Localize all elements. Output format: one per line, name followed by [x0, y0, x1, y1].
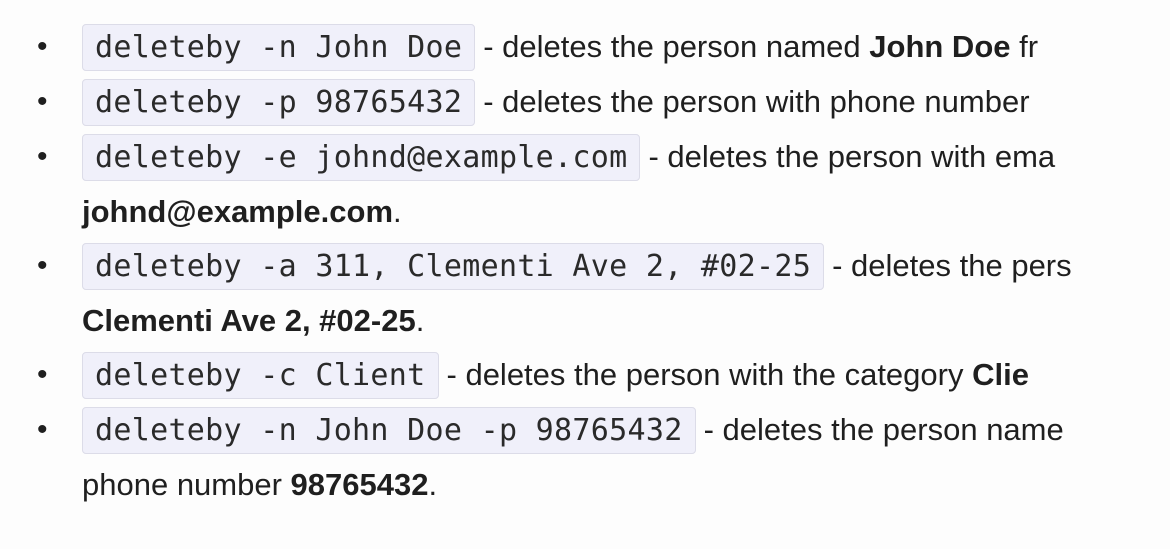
- description-bold: John Doe: [869, 29, 1011, 64]
- bullet: •: [37, 85, 48, 118]
- description-continuation: phone number 98765432.: [82, 458, 1170, 512]
- description: - deletes the pers: [832, 248, 1072, 283]
- description-bold: johnd@example.com: [82, 194, 394, 229]
- description: - deletes the person name: [704, 412, 1064, 447]
- list-item: • deleteby -p 98765432- deletes the pers…: [0, 75, 1170, 130]
- list-item: • deleteby -n John Doe - deletes the pers…: [0, 20, 1170, 75]
- description: - deletes the person named John Doe fr: [483, 29, 1038, 64]
- command-code: deleteby -p 98765432: [82, 79, 476, 126]
- description-continuation: johnd@example.com.: [82, 185, 1170, 239]
- list-item: • deleteby -n John Doe -p 98765432- dele…: [0, 403, 1170, 512]
- description-bold: Clie: [972, 357, 1029, 392]
- description-bold: Clementi Ave 2, #02-25: [82, 303, 416, 338]
- description-text: - deletes the pers: [832, 248, 1072, 283]
- description-suffix: fr: [1010, 29, 1039, 64]
- description-text: - deletes the person named: [483, 29, 870, 64]
- command-code: deleteby -c Client: [82, 352, 439, 399]
- bullet: •: [37, 249, 48, 282]
- description-text: phone number: [82, 467, 291, 502]
- description-text: - deletes the person with the category: [446, 357, 973, 392]
- list-item: • deleteby -a 311, Clementi Ave 2, #02-2…: [0, 239, 1170, 348]
- description-bold: 98765432: [290, 467, 429, 502]
- bullet: •: [37, 413, 48, 446]
- description-text: - deletes the person with ema: [648, 139, 1056, 174]
- list-item: • deleteby -c Client - deletes the person…: [0, 348, 1170, 403]
- command-code: deleteby -a 311, Clementi Ave 2, #02-25: [82, 243, 825, 290]
- bullet: •: [37, 358, 48, 391]
- list-item: • deleteby -e johnd@example.com - deletes…: [0, 130, 1170, 239]
- description: - deletes the person with the category C…: [447, 357, 1029, 392]
- description: - deletes the person with phone number: [483, 84, 1029, 119]
- deleteby-examples-list: • deleteby -n John Doe - deletes the pers…: [0, 20, 1170, 512]
- bullet: •: [37, 140, 48, 173]
- description-text: - deletes the person name: [703, 412, 1064, 447]
- description-suffix: .: [415, 303, 425, 338]
- command-code: deleteby -n John Doe -p 98765432: [82, 407, 696, 454]
- description: - deletes the person with ema: [648, 139, 1055, 174]
- command-code: deleteby -e johnd@example.com: [82, 134, 641, 181]
- description-suffix: .: [393, 194, 402, 229]
- bullet: •: [37, 30, 48, 63]
- description-continuation: Clementi Ave 2, #02-25.: [82, 294, 1170, 348]
- command-code: deleteby -n John Doe: [82, 24, 476, 71]
- document-page: • deleteby -n John Doe - deletes the pers…: [0, 0, 1170, 549]
- description-text: - deletes the person with phone number: [483, 84, 1030, 119]
- description-suffix: .: [428, 467, 438, 502]
